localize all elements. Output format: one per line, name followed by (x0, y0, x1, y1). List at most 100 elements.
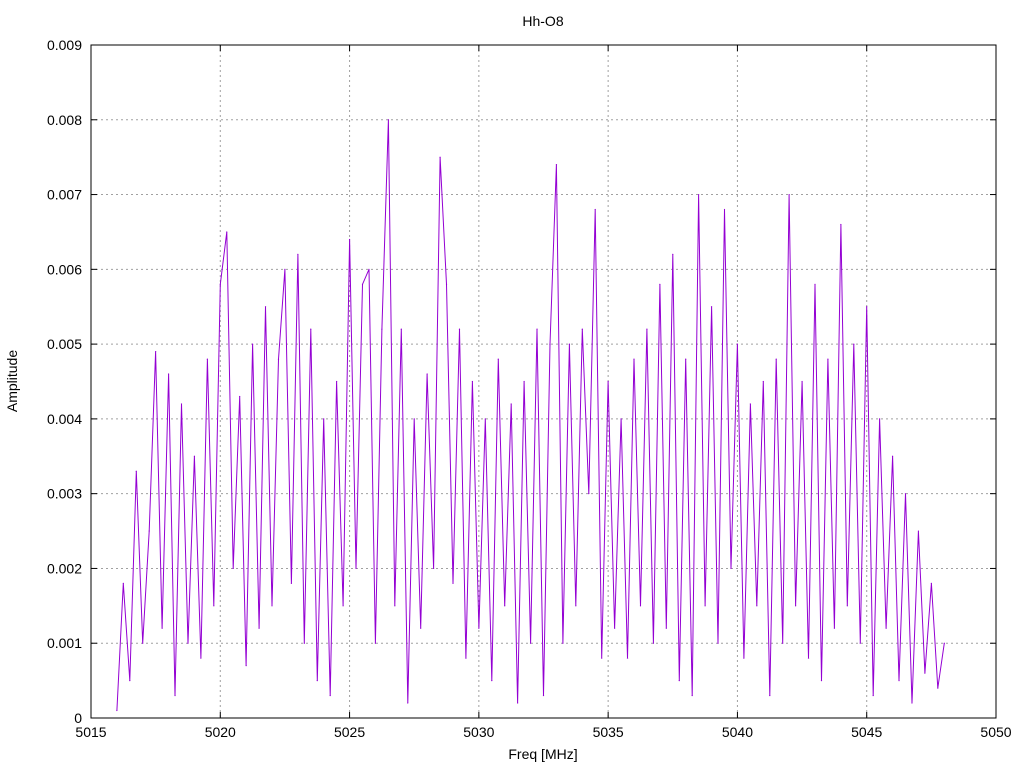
data-point (904, 493, 907, 495)
data-point (394, 605, 396, 607)
data-point (284, 268, 286, 270)
data-point (924, 672, 926, 674)
data-point (148, 530, 150, 532)
data-point (723, 208, 726, 211)
y-tick-label: 0.005 (47, 336, 82, 352)
data-point (491, 680, 493, 682)
data-point (743, 657, 745, 659)
y-tick-label: 0.002 (47, 560, 82, 576)
data-point (872, 694, 874, 697)
data-point (891, 455, 894, 457)
data-point (846, 605, 848, 607)
data-point (381, 328, 383, 330)
data-point (807, 657, 810, 659)
data-point (310, 328, 312, 330)
data-point (639, 605, 642, 607)
data-point (911, 702, 913, 704)
x-tick-label: 5035 (593, 724, 624, 740)
data-point (413, 418, 415, 420)
data-point (542, 694, 545, 697)
data-point (620, 418, 622, 420)
data-point (672, 253, 674, 255)
data-point (465, 657, 467, 659)
data-point (433, 567, 435, 570)
data-point (614, 627, 616, 629)
data-point (155, 350, 157, 353)
data-point (484, 418, 486, 420)
data-point (827, 358, 829, 360)
data-point (206, 358, 208, 360)
data-point (348, 238, 351, 241)
data-point (355, 567, 357, 570)
y-axis-label: Amplitude (4, 350, 20, 412)
data-point (303, 642, 305, 644)
y-tick-label: 0.008 (47, 112, 82, 128)
data-point (213, 605, 215, 607)
data-point (252, 343, 254, 345)
y-tick-label: 0.004 (47, 411, 82, 427)
data-point (704, 605, 706, 607)
data-point (226, 231, 228, 233)
plot-frame (90, 44, 997, 719)
data-point (336, 380, 338, 383)
y-tick-label: 0.001 (47, 635, 82, 651)
data-point (588, 493, 590, 495)
y-tick-label: 0.009 (47, 37, 82, 53)
chart: Hh-O8 Freq [MHz] Amplitude 5015 5020 5025 5… (4, 13, 1012, 762)
data-point (885, 627, 887, 629)
data-point (239, 395, 241, 398)
data-point (219, 283, 221, 285)
data-point (568, 343, 570, 345)
data-point (898, 680, 900, 682)
data-point (717, 642, 719, 644)
data-point (187, 642, 189, 644)
data-point (782, 642, 784, 644)
data-point (129, 680, 131, 682)
data-point (736, 343, 739, 345)
data-point (523, 380, 525, 383)
data-point (665, 627, 667, 629)
data-point (445, 283, 448, 285)
data-point (167, 373, 170, 375)
data-point (142, 642, 144, 644)
data-point (917, 530, 920, 532)
data-point (471, 380, 473, 383)
data-point (879, 418, 881, 420)
x-tick-label: 5025 (334, 724, 365, 740)
data-point (633, 358, 635, 360)
data-point (517, 702, 519, 704)
data-point (135, 470, 137, 472)
data-point (698, 193, 700, 196)
data-point (710, 306, 713, 308)
x-tick-label: 5050 (980, 724, 1011, 740)
data-point (245, 665, 247, 667)
data-point (762, 380, 764, 383)
data-point (581, 328, 583, 330)
data-point (853, 343, 855, 345)
data-point (458, 328, 461, 330)
data-point (180, 403, 183, 405)
data-point (200, 657, 202, 659)
data-point (840, 223, 842, 226)
data-point (549, 343, 551, 345)
data-point (775, 358, 777, 360)
data-point (937, 687, 939, 689)
data-point (607, 380, 609, 383)
data-point (820, 680, 823, 682)
data-point (452, 582, 454, 585)
y-tick-label: 0.007 (47, 187, 82, 203)
data-point (575, 605, 577, 607)
x-tick-label: 5045 (851, 724, 882, 740)
data-point (329, 694, 331, 697)
data-point (788, 193, 790, 196)
data-point (814, 283, 816, 285)
data-point (316, 680, 318, 682)
x-tick-label: 5020 (205, 724, 236, 740)
data-point (400, 328, 402, 330)
data-point (930, 582, 932, 585)
data-point (258, 627, 260, 629)
data-point (374, 642, 377, 644)
data-point (323, 418, 325, 420)
y-tick-label: 0 (74, 710, 82, 726)
data-point (361, 283, 364, 285)
